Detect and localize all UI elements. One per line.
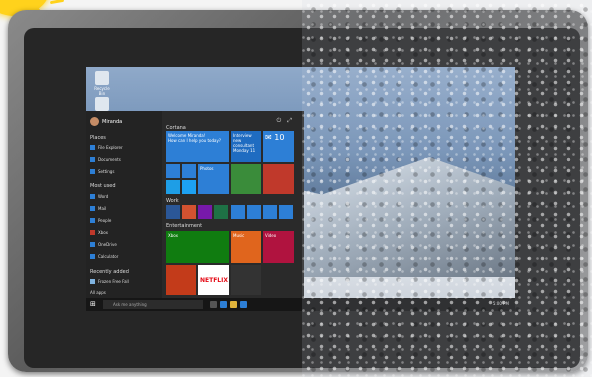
- desktop-icon-label: Recycle Bin: [94, 86, 110, 96]
- cortana-sub: How can I help you today?: [168, 138, 221, 143]
- app-icon: [95, 97, 109, 111]
- music-tile[interactable]: Music: [231, 231, 261, 263]
- user-account[interactable]: Miranda: [90, 117, 122, 126]
- document-icon: [90, 157, 95, 162]
- word-icon: [90, 194, 95, 199]
- calendar-day: Monday 11: [233, 148, 256, 153]
- item-label: Xbox: [98, 230, 108, 235]
- folder-icon: [90, 145, 95, 150]
- tile-label: Xbox: [168, 233, 178, 238]
- all-apps-button[interactable]: All apps: [90, 290, 106, 295]
- desktop-icon-app[interactable]: [92, 97, 112, 112]
- taskbar: ⊞ Ask me anything 5:00 PM: [86, 298, 515, 311]
- tile-label: Video: [265, 233, 277, 238]
- search-placeholder: Ask me anything: [113, 302, 147, 307]
- people-icon: [90, 218, 95, 223]
- skype-tile[interactable]: [166, 180, 180, 194]
- item-label: Word: [98, 194, 109, 199]
- maps-tile[interactable]: [231, 164, 261, 194]
- game-icon: [90, 279, 95, 284]
- start-menu-left-pane: Miranda Places File Explorer Documents S…: [86, 111, 162, 299]
- app-onedrive[interactable]: OneDrive: [90, 242, 117, 247]
- mail-icon: ✉: [265, 133, 272, 142]
- onenote-tile[interactable]: [198, 205, 212, 219]
- xbox-icon: [90, 230, 95, 235]
- place-documents[interactable]: Documents: [90, 157, 121, 162]
- app-mail[interactable]: Mail: [90, 206, 106, 211]
- cortana-tile[interactable]: Welcome Miranda! How can I help you toda…: [166, 131, 229, 162]
- powerpoint-tile[interactable]: [182, 205, 196, 219]
- app-frozen-free-fall[interactable]: Frozen Free Fall: [90, 279, 129, 284]
- item-label: File Explorer: [98, 145, 123, 150]
- mail-tile[interactable]: ✉ 10: [263, 131, 294, 162]
- item-label: All apps: [90, 290, 106, 295]
- user-name: Miranda: [102, 118, 123, 125]
- tile-label: Music: [233, 233, 245, 238]
- item-label: Frozen Free Fall: [98, 279, 129, 284]
- app-calculator[interactable]: Calculator: [90, 254, 118, 259]
- avatar: [90, 117, 99, 126]
- word-tile[interactable]: [166, 205, 180, 219]
- calendar-text: Interview new consultant: [233, 133, 255, 148]
- sun-ray: [49, 0, 65, 5]
- task-view-icon[interactable]: [210, 301, 217, 308]
- tile-label: Photos: [200, 166, 214, 171]
- add-tile[interactable]: [279, 205, 293, 219]
- clock: 5:00 PM: [492, 301, 509, 306]
- place-file-explorer[interactable]: File Explorer: [90, 145, 123, 150]
- windows-start-icon[interactable]: ⊞: [90, 301, 96, 308]
- photos-tile[interactable]: Photos: [198, 164, 229, 194]
- calculator-icon: [90, 254, 95, 259]
- excel-work-tile[interactable]: [214, 205, 228, 219]
- recently-added-heading: Recently added: [90, 269, 129, 275]
- power-expand-icons[interactable]: ⏻⤢: [276, 117, 298, 125]
- media-tile[interactable]: [231, 265, 261, 295]
- recycle-bin-icon: [95, 71, 109, 85]
- file-explorer-icon[interactable]: [230, 301, 237, 308]
- item-label: Documents: [98, 157, 121, 162]
- item-label: Mail: [98, 206, 107, 211]
- twitter-tile[interactable]: [182, 180, 196, 194]
- onedrive-tile[interactable]: [263, 205, 277, 219]
- excel-tile[interactable]: [182, 164, 196, 178]
- place-settings[interactable]: Settings: [90, 169, 114, 174]
- app-people[interactable]: People: [90, 218, 111, 223]
- mail-count: 10: [274, 133, 285, 142]
- video-tile[interactable]: Video: [263, 231, 294, 263]
- news-tile[interactable]: [263, 164, 294, 194]
- onedrive-icon: [90, 242, 95, 247]
- app-word[interactable]: Word: [90, 194, 108, 199]
- most-used-heading: Most used: [90, 183, 116, 189]
- app-xbox[interactable]: Xbox: [90, 230, 108, 235]
- tile-label: NETFLIX: [200, 277, 228, 284]
- store-icon[interactable]: [240, 301, 247, 308]
- mail-icon: [90, 206, 95, 211]
- netflix-tile[interactable]: NETFLIX: [198, 265, 229, 295]
- group-work: Work: [166, 198, 179, 204]
- item-label: OneDrive: [98, 242, 117, 247]
- search-box[interactable]: Ask me anything: [103, 300, 203, 309]
- tablet-screen: Recycle Bin Miranda Places File Explorer…: [86, 67, 515, 311]
- group-entertainment: Entertainment: [166, 223, 203, 229]
- people-tile[interactable]: [166, 164, 180, 178]
- store-tile[interactable]: [231, 205, 245, 219]
- desktop-icon-recycle-bin[interactable]: Recycle Bin: [92, 71, 112, 96]
- xbox-tile[interactable]: Xbox: [166, 231, 229, 263]
- item-label: Calculator: [98, 254, 119, 259]
- game-tile[interactable]: [166, 265, 196, 295]
- item-label: People: [98, 218, 112, 223]
- gear-icon: [90, 169, 95, 174]
- places-heading: Places: [90, 135, 106, 141]
- edge-icon[interactable]: [220, 301, 227, 308]
- calculator-tile[interactable]: [247, 205, 261, 219]
- start-menu: Miranda Places File Explorer Documents S…: [86, 111, 304, 299]
- item-label: Settings: [98, 169, 115, 174]
- calendar-tile[interactable]: Interview new consultant Monday 11: [231, 131, 261, 162]
